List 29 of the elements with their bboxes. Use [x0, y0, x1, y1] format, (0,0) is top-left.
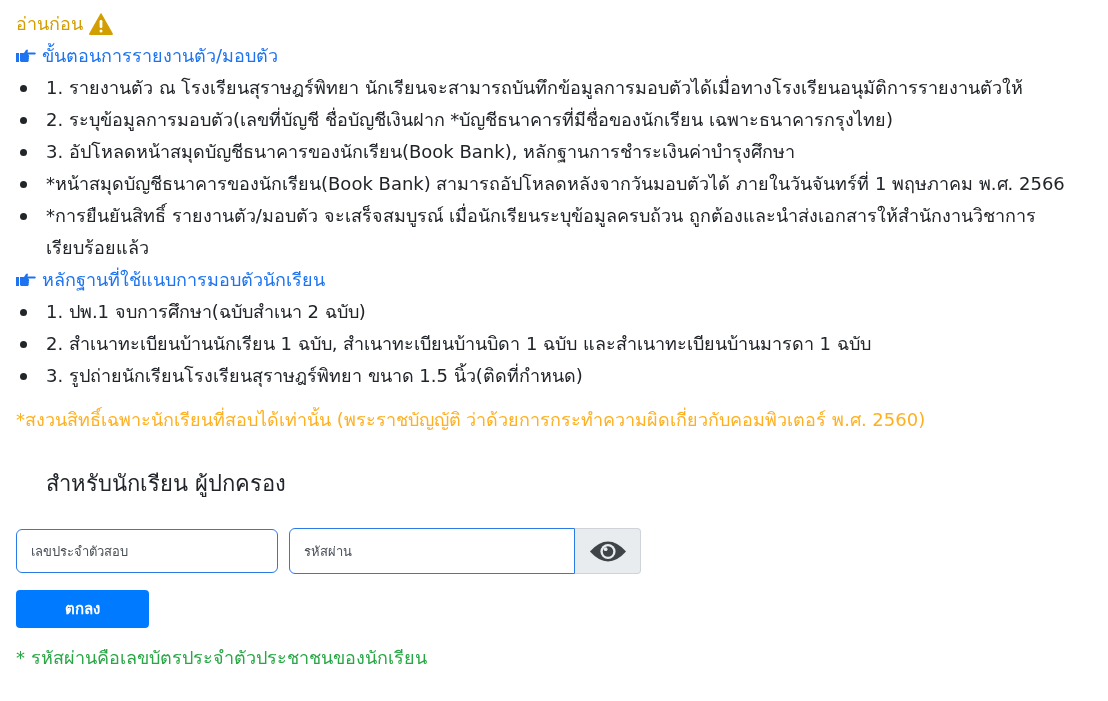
list-item-text: *หน้าสมุดบัญชีธนาคารของนักเรียน(Book Bank) สามารถอัปโหลดหลังจากวันมอบตัวได้ ภายในวันจันทร์ที่ 1 พฤษภาคม พ.ศ. 2566: [46, 170, 1065, 197]
list-item-text: 3. รูปถ่ายนักเรียนโรงเรียนสุราษฎร์พิทยา ขนาด 1.5 นิ้ว(ติดที่กำหนด): [46, 362, 583, 389]
submit-button[interactable]: ตกลง: [16, 590, 149, 628]
list-item-text: *การยืนยันสิทธิ์ รายงานตัว/มอบตัว จะเสร็จสมบูรณ์ เมื่อนักเรียนระบุข้อมูลครบถ้วน ถูกต้องและนำส่งเอกสารให้สำนักงานวิชาการเรียบร้อยแล้ว: [46, 202, 1037, 260]
bullet-icon: [20, 309, 27, 316]
password-field[interactable]: รหัสผ่าน: [289, 528, 575, 574]
list-item-text: 2. สำเนาทะเบียนบ้านนักเรียน 1 ฉบับ, สำเนาทะเบียนบ้านบิดา 1 ฉบับ และสำเนาทะเบียนบ้านมารดา 1 ฉบับ: [46, 332, 871, 356]
bullet-icon: [20, 213, 27, 220]
password-note: * รหัสผ่านคือเลขบัตรประจำตัวประชาชนของนักเรียน: [16, 646, 428, 670]
notice-title: อ่านก่อน: [16, 12, 83, 36]
login-title: สำหรับนักเรียน ผู้ปกครอง: [46, 470, 287, 499]
bullet-icon: [20, 149, 27, 156]
pointing-hand-icon: [16, 273, 36, 287]
section-heading: ขั้นตอนการรายงานตัว/มอบตัว: [42, 42, 279, 68]
show-password-button[interactable]: [575, 528, 641, 574]
bullet-icon: [20, 181, 27, 188]
pointing-hand-icon: [16, 49, 36, 63]
list-item-text: 1. ปพ.1 จบการศึกษา(ฉบับสำเนา 2 ฉบับ): [46, 300, 366, 324]
warning-icon: [89, 13, 113, 35]
bullet-icon: [20, 85, 27, 92]
list-item-text: 1. รายงานตัว ณ โรงเรียนสุราษฎร์พิทยา นักเรียนจะสามารถบันทึกข้อมูลการมอบตัวได้เมื่อทางโรงเรียนอนุมัติการรายงานตัวให้: [46, 74, 1024, 101]
bullet-icon: [20, 117, 27, 124]
section-heading: หลักฐานที่ใช้แนบการมอบตัวนักเรียน: [42, 266, 325, 293]
legal-notice: *สงวนสิทธิ์เฉพาะนักเรียนที่สอบได้เท่านั้น (พระราชบัญญัติ ว่าด้วยการกระทำความผิดเกี่ยวกับคอมพิวเตอร์ พ.ศ. 2560): [16, 406, 927, 432]
bullet-icon: [20, 373, 27, 380]
bullet-icon: [20, 341, 27, 348]
list-item-text: 3. อัปโหลดหน้าสมุดบัญชีธนาคารของนักเรียน(Book Bank), หลักฐานการชำระเงินค่าบำรุงศึกษา: [46, 140, 796, 165]
exam-id-field[interactable]: เลขประจำตัวสอบ: [16, 529, 278, 573]
list-item-text: 2. ระบุข้อมูลการมอบตัว(เลขที่บัญชี ชื่อบัญชีเงินฝาก *บัญชีธนาคารที่มีชื่อของนักเรียน เฉพาะธนาคารกรุงไทย): [46, 106, 894, 133]
